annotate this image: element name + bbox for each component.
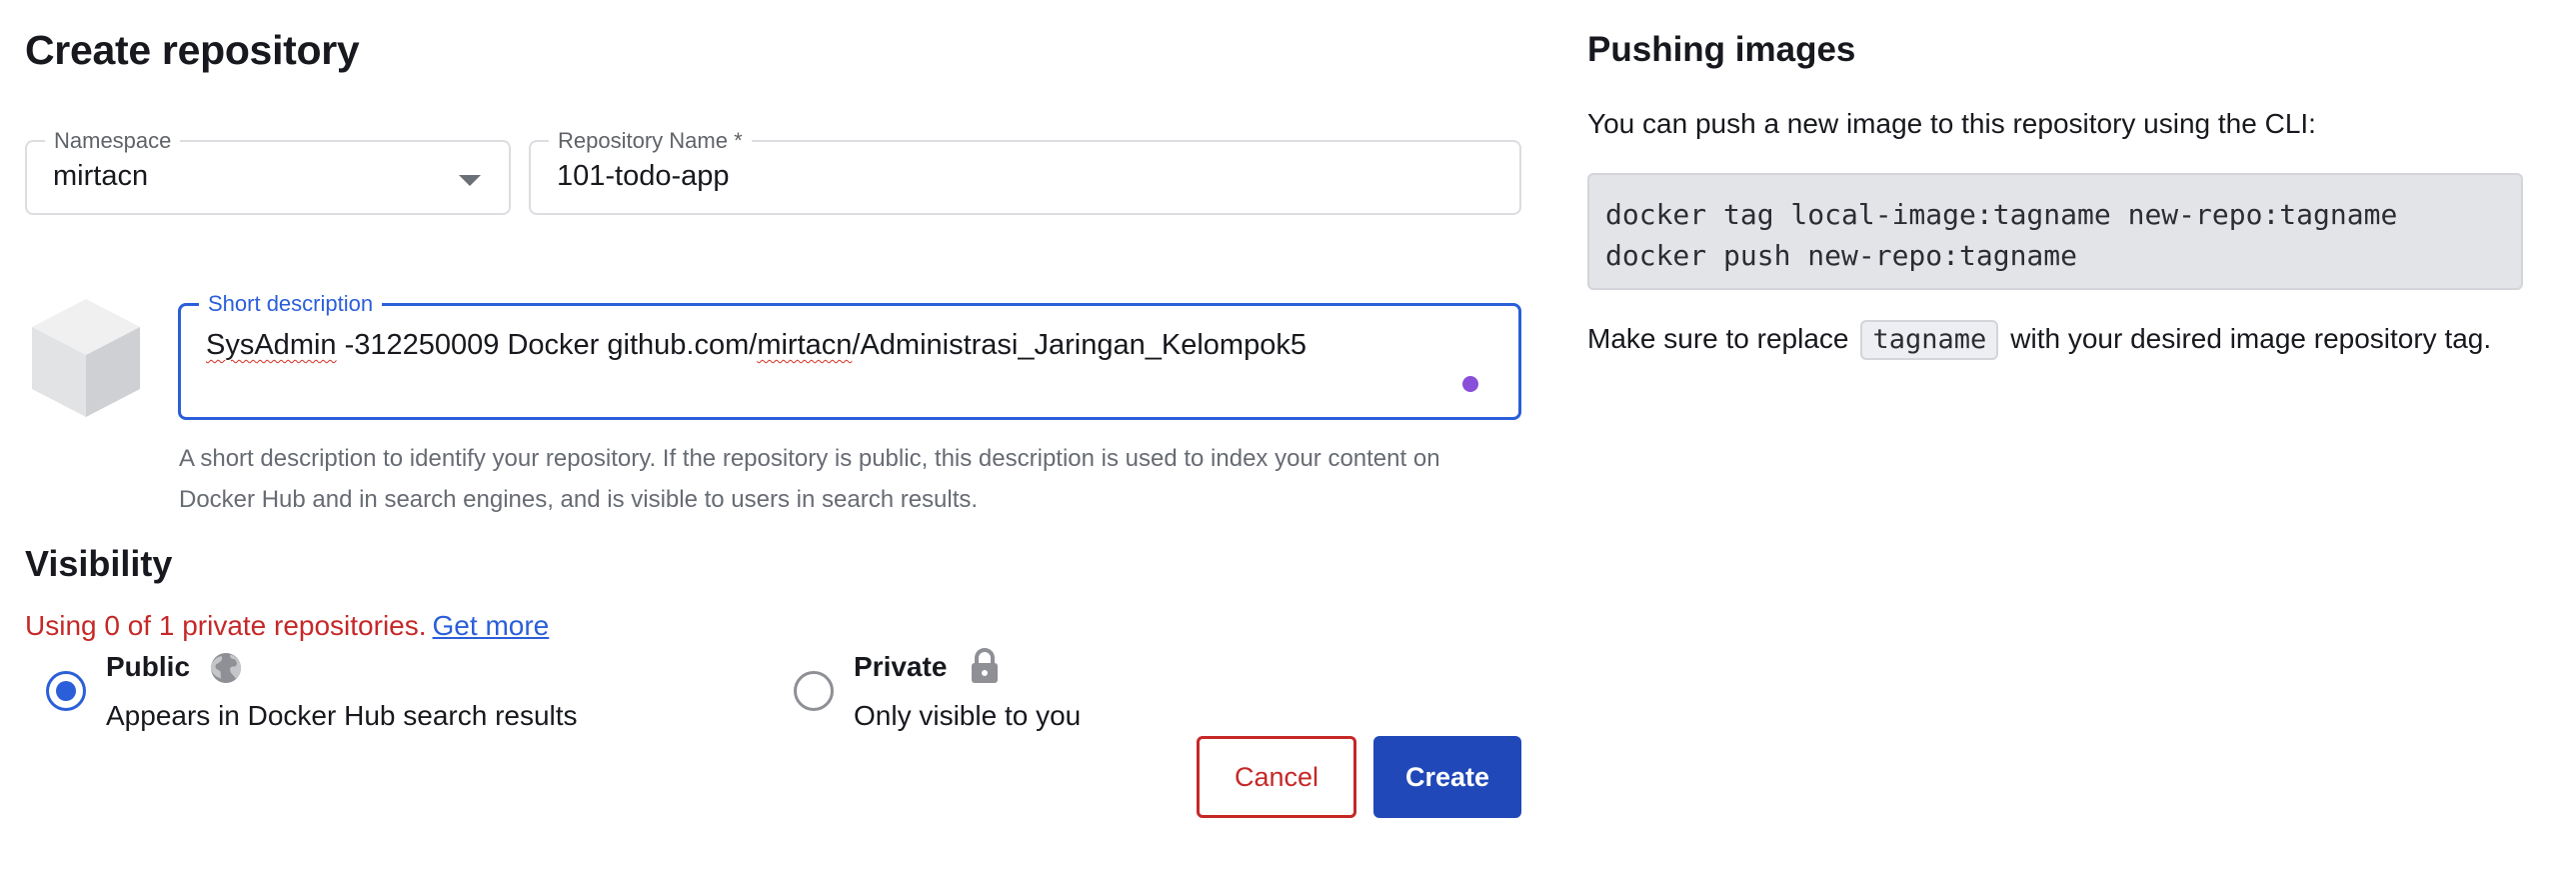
globe-icon (211, 653, 241, 683)
private-option-title: Private (854, 651, 948, 682)
note-text: with your desired image repository tag. (2010, 323, 2492, 354)
note-text: Make sure to replace (1587, 323, 1849, 354)
tagname-note: Make sure to replace tagname with your des… (1587, 318, 2547, 360)
page-title: Create repository (25, 27, 360, 73)
short-description-label: Short description (199, 291, 383, 317)
cli-code-block: docker tag local-image:tagname new-repo:… (1587, 173, 2523, 290)
repository-name-label: Repository Name * (549, 128, 752, 154)
description-text: /Administrasi_Jaringan_Kelompok5 (852, 329, 1306, 361)
description-text: -312250009 Docker github.com/ (336, 329, 758, 361)
cube-icon (32, 299, 140, 417)
private-usage-text: Using 0 of 1 private repositories. Get mo… (25, 610, 549, 642)
namespace-value: mirtacn (53, 160, 149, 192)
repository-name-value: 101-todo-app (557, 160, 730, 192)
short-description-value: SysAdmin -312250009 Docker github.com/mi… (206, 329, 1306, 362)
spellcheck-word: mirtacn (757, 329, 853, 361)
pushing-images-intro: You can push a new image to this reposit… (1587, 108, 2316, 139)
namespace-label: Namespace (45, 128, 181, 154)
public-option-description: Appears in Docker Hub search results (106, 700, 578, 731)
public-option-title: Public (106, 651, 191, 682)
visibility-title: Visibility (25, 543, 173, 584)
private-radio[interactable] (794, 671, 834, 711)
pushing-images-title: Pushing images (1587, 30, 1856, 69)
cancel-button[interactable]: Cancel (1197, 736, 1356, 818)
public-radio[interactable] (46, 671, 86, 711)
tagname-code: tagname (1860, 320, 1999, 360)
usage-text: Using 0 of 1 private repositories. (25, 610, 427, 641)
private-option-description: Only visible to you (854, 700, 1082, 731)
short-description-field[interactable]: Short description SysAdmin -312250009 Do… (178, 291, 1521, 420)
create-button[interactable]: Create (1373, 736, 1521, 818)
extension-indicator-icon[interactable] (1462, 376, 1478, 392)
lock-icon (972, 648, 998, 683)
namespace-select[interactable]: Namespace mirtacn (25, 128, 511, 215)
repository-name-field[interactable]: Repository Name * 101-todo-app (529, 128, 1521, 215)
short-description-helper: A short description to identify your rep… (179, 445, 1440, 513)
chevron-down-icon[interactable] (459, 175, 481, 186)
get-more-link[interactable]: Get more (433, 610, 550, 641)
spellcheck-word: SysAdmin (206, 329, 337, 361)
